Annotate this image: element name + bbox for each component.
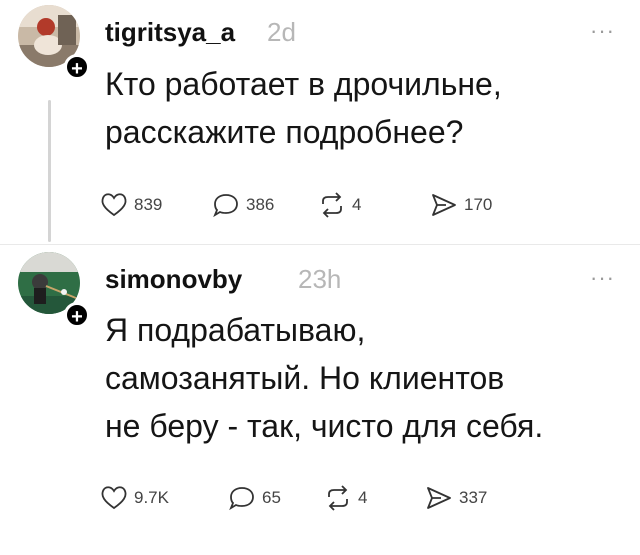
share-button[interactable]: 170 [430, 192, 492, 218]
like-button[interactable]: 9.7K [100, 485, 169, 511]
repost-icon [322, 192, 342, 218]
thread-line [48, 100, 51, 242]
post-text-line: самозанятый. Но клиентов [105, 360, 505, 396]
post-simonovby: + simonovby 23h ··· Я подрабатываю, само… [0, 250, 640, 550]
repost-button[interactable]: 4 [318, 192, 361, 218]
post-text: Кто работает в дрочильне, расскажите под… [105, 60, 502, 156]
post-text: Я подрабатываю, самозанятый. Но клиентов… [105, 306, 543, 450]
like-button[interactable]: 839 [100, 192, 162, 218]
repost-icon [328, 485, 348, 511]
comment-button[interactable]: 386 [212, 192, 274, 218]
follow-plus-icon[interactable]: + [64, 302, 90, 328]
send-icon [427, 487, 451, 509]
post-text-line: Я подрабатываю, [105, 312, 366, 348]
comment-button[interactable]: 65 [228, 485, 281, 511]
share-button[interactable]: 337 [425, 485, 487, 511]
post-tigritsya: + tigritsya_a 2d ··· Кто работает в дроч… [0, 0, 640, 255]
share-count: 170 [464, 195, 493, 214]
post-text-line: не беру - так, чисто для себя. [105, 408, 544, 444]
heart-icon [101, 193, 127, 217]
comment-bubble-icon [229, 487, 254, 511]
follow-plus-icon[interactable]: + [64, 54, 90, 80]
repost-count: 4 [358, 488, 368, 507]
post-text-line: Кто работает в дрочильне, [105, 66, 502, 102]
comment-bubble-icon [213, 194, 238, 218]
share-count: 337 [459, 488, 488, 507]
more-options-icon[interactable]: ··· [590, 18, 615, 44]
timestamp: 23h [298, 264, 342, 294]
send-icon [432, 194, 456, 216]
divider [0, 244, 640, 245]
repost-count: 4 [352, 195, 362, 214]
more-options-icon[interactable]: ··· [590, 265, 615, 291]
like-count: 839 [134, 195, 163, 214]
username[interactable]: simonovby [105, 264, 242, 295]
repost-button[interactable]: 4 [324, 485, 367, 511]
username[interactable]: tigritsya_a [105, 17, 235, 48]
comment-count: 386 [246, 195, 275, 214]
like-count: 9.7K [134, 488, 169, 507]
heart-icon [101, 486, 127, 510]
post-text-line: расскажите подробнее? [105, 114, 464, 150]
timestamp: 2d [267, 17, 296, 47]
comment-count: 65 [262, 488, 281, 507]
